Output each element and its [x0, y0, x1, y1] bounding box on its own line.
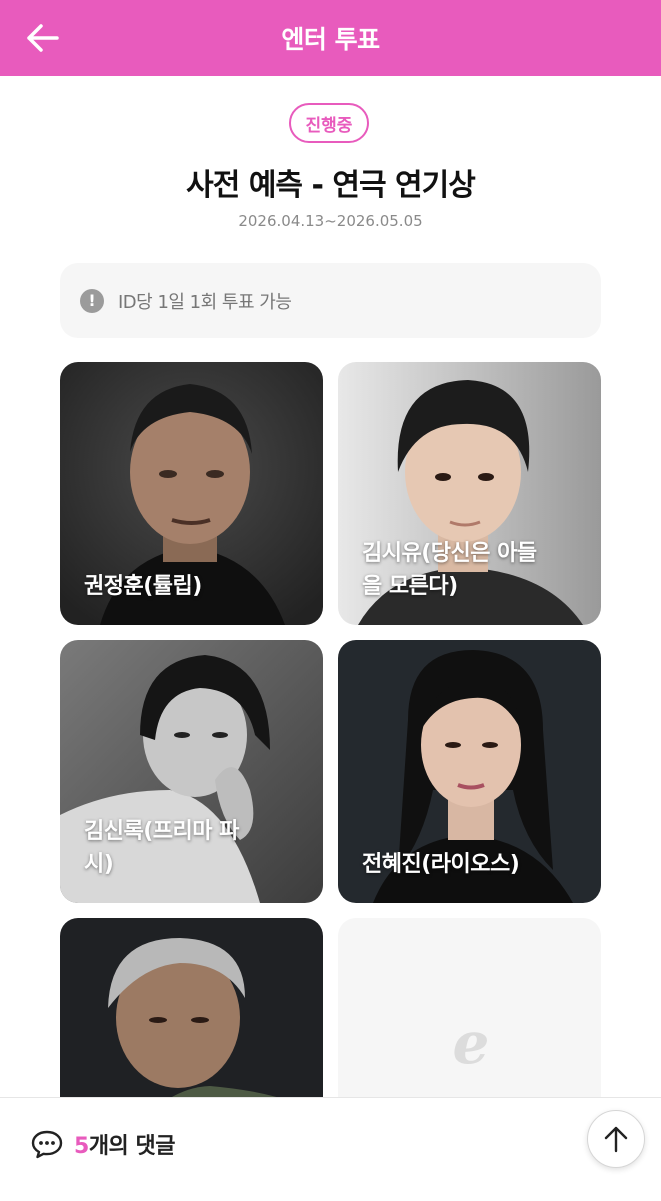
comments-label: 5개의 댓글	[74, 1128, 175, 1160]
scroll-top-button[interactable]	[587, 1110, 645, 1168]
comments-button[interactable]: 5개의 댓글	[30, 1128, 175, 1160]
candidate-card[interactable]: 권정훈(튤립)	[60, 362, 323, 625]
candidate-card[interactable]: 김시유(당신은 아들을 모른다)	[338, 362, 601, 625]
vote-title: 사전 예측 - 연극 연기상	[186, 168, 476, 203]
arrow-up-icon	[604, 1126, 628, 1153]
info-exclamation-icon: !	[80, 288, 104, 313]
back-button[interactable]	[22, 18, 62, 58]
vote-period: 2026.04.13~2026.05.05	[238, 212, 423, 230]
brand-logo-icon: e	[452, 1009, 490, 1077]
notice-text: ID당 1일 1회 투표 가능	[118, 291, 292, 313]
app-header: 엔터 투표	[0, 0, 661, 76]
comment-suffix: 개의 댓글	[88, 1134, 176, 1159]
candidate-card[interactable]: 김신록(프리마 파시)	[60, 640, 323, 903]
candidate-card[interactable]: 전혜진(라이오스)	[338, 640, 601, 903]
candidate-name: 전혜진(라이오스)	[362, 852, 520, 877]
notice-box: ! ID당 1일 1회 투표 가능	[60, 263, 601, 338]
chat-bubble-icon	[31, 1130, 63, 1159]
bottom-bar: 5개의 댓글	[0, 1097, 661, 1201]
candidate-name: 권정훈(튤립)	[84, 574, 202, 599]
comment-count: 5	[74, 1134, 89, 1159]
candidate-name: 김시유(당신은 아들을 모른다)	[362, 541, 537, 599]
status-badge: 진행중	[289, 103, 369, 143]
page-title: 엔터 투표	[281, 25, 380, 54]
arrow-left-icon	[27, 24, 59, 52]
candidate-name: 김신록(프리마 파시)	[84, 819, 239, 877]
